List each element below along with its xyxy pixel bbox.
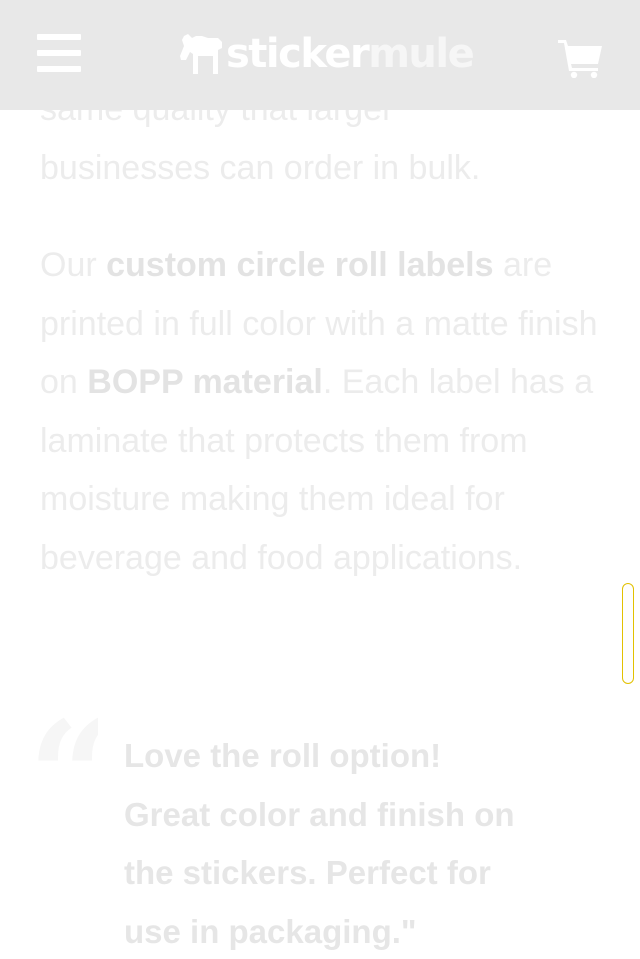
intro-line-2: businesses can order in bulk. xyxy=(40,148,481,187)
page-scrollbar[interactable] xyxy=(622,583,634,684)
testimonial-quote: Love the roll option! Great color and fi… xyxy=(124,737,515,950)
logo-text-sticker: sticker xyxy=(226,31,370,77)
hamburger-menu-icon[interactable] xyxy=(37,34,81,72)
quote-mark-icon: “ xyxy=(28,702,98,782)
site-header: sticker mule xyxy=(0,0,640,110)
description-text-1: Our xyxy=(40,246,107,284)
logo-text-mule: mule xyxy=(368,31,475,77)
stickermule-logo[interactable]: sticker mule xyxy=(178,30,475,78)
mule-icon xyxy=(180,34,222,74)
material-highlight: BOPP material xyxy=(87,363,323,401)
description-paragraph: Our custom circle roll labels are printe… xyxy=(40,236,600,587)
shopping-cart-icon[interactable] xyxy=(556,36,604,78)
product-name-highlight: custom circle roll labels xyxy=(106,246,494,284)
